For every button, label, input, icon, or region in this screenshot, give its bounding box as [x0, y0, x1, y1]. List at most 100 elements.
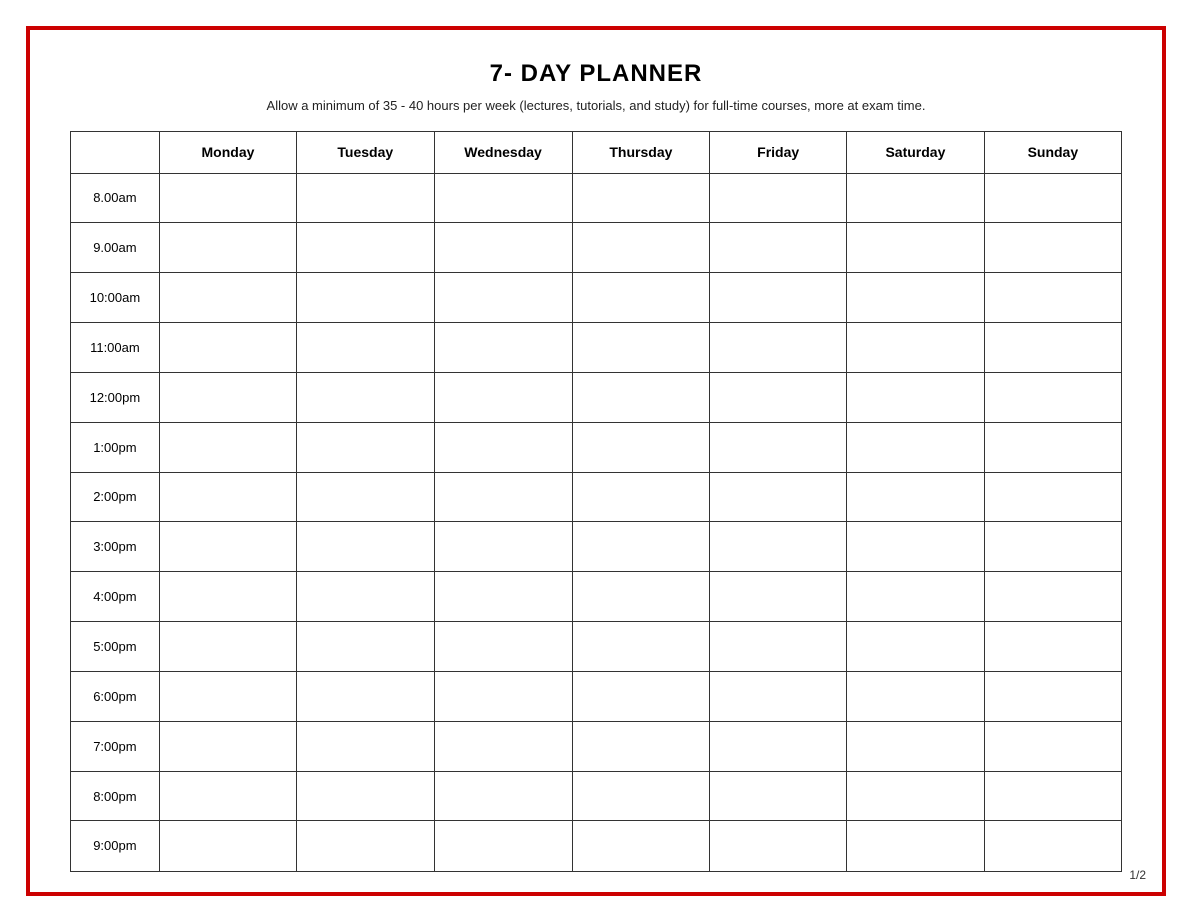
planner-cell[interactable]	[434, 821, 572, 871]
planner-cell[interactable]	[847, 273, 985, 323]
planner-cell[interactable]	[984, 572, 1121, 622]
planner-cell[interactable]	[159, 472, 296, 522]
planner-cell[interactable]	[297, 323, 434, 373]
planner-cell[interactable]	[434, 572, 572, 622]
planner-cell[interactable]	[847, 572, 985, 622]
planner-cell[interactable]	[847, 323, 985, 373]
planner-cell[interactable]	[572, 821, 710, 871]
planner-cell[interactable]	[572, 223, 710, 273]
planner-cell[interactable]	[159, 323, 296, 373]
planner-cell[interactable]	[297, 721, 434, 771]
planner-cell[interactable]	[572, 323, 710, 373]
planner-cell[interactable]	[159, 622, 296, 672]
planner-cell[interactable]	[434, 173, 572, 223]
planner-cell[interactable]	[984, 173, 1121, 223]
planner-cell[interactable]	[847, 522, 985, 572]
planner-cell[interactable]	[710, 223, 847, 273]
planner-cell[interactable]	[572, 372, 710, 422]
planner-cell[interactable]	[847, 671, 985, 721]
planner-cell[interactable]	[984, 721, 1121, 771]
page-container: 7- DAY PLANNER Allow a minimum of 35 - 4…	[26, 26, 1166, 896]
planner-cell[interactable]	[984, 323, 1121, 373]
planner-cell[interactable]	[847, 771, 985, 821]
planner-cell[interactable]	[434, 522, 572, 572]
planner-cell[interactable]	[159, 522, 296, 572]
planner-cell[interactable]	[710, 771, 847, 821]
planner-cell[interactable]	[572, 472, 710, 522]
planner-cell[interactable]	[297, 173, 434, 223]
planner-cell[interactable]	[159, 721, 296, 771]
planner-cell[interactable]	[847, 721, 985, 771]
planner-cell[interactable]	[710, 821, 847, 871]
planner-cell[interactable]	[159, 223, 296, 273]
planner-cell[interactable]	[847, 422, 985, 472]
planner-cell[interactable]	[297, 522, 434, 572]
planner-cell[interactable]	[847, 622, 985, 672]
planner-cell[interactable]	[984, 273, 1121, 323]
planner-cell[interactable]	[847, 821, 985, 871]
planner-cell[interactable]	[984, 372, 1121, 422]
planner-cell[interactable]	[710, 422, 847, 472]
planner-cell[interactable]	[572, 522, 710, 572]
planner-cell[interactable]	[434, 372, 572, 422]
planner-cell[interactable]	[984, 821, 1121, 871]
planner-cell[interactable]	[572, 622, 710, 672]
planner-cell[interactable]	[159, 273, 296, 323]
planner-cell[interactable]	[984, 671, 1121, 721]
planner-cell[interactable]	[572, 273, 710, 323]
planner-cell[interactable]	[984, 522, 1121, 572]
planner-cell[interactable]	[710, 372, 847, 422]
planner-cell[interactable]	[159, 572, 296, 622]
planner-cell[interactable]	[434, 323, 572, 373]
planner-cell[interactable]	[434, 422, 572, 472]
planner-cell[interactable]	[984, 771, 1121, 821]
planner-cell[interactable]	[847, 472, 985, 522]
planner-cell[interactable]	[434, 223, 572, 273]
planner-cell[interactable]	[710, 273, 847, 323]
planner-cell[interactable]	[159, 671, 296, 721]
planner-cell[interactable]	[434, 472, 572, 522]
planner-cell[interactable]	[572, 671, 710, 721]
planner-cell[interactable]	[572, 721, 710, 771]
planner-cell[interactable]	[297, 223, 434, 273]
planner-cell[interactable]	[434, 771, 572, 821]
planner-cell[interactable]	[297, 472, 434, 522]
planner-cell[interactable]	[572, 422, 710, 472]
planner-cell[interactable]	[297, 821, 434, 871]
planner-cell[interactable]	[710, 522, 847, 572]
planner-cell[interactable]	[297, 622, 434, 672]
planner-cell[interactable]	[572, 572, 710, 622]
planner-cell[interactable]	[297, 771, 434, 821]
planner-cell[interactable]	[297, 572, 434, 622]
planner-cell[interactable]	[847, 223, 985, 273]
planner-cell[interactable]	[297, 273, 434, 323]
planner-cell[interactable]	[984, 422, 1121, 472]
planner-cell[interactable]	[434, 671, 572, 721]
planner-cell[interactable]	[710, 622, 847, 672]
header-monday: Monday	[159, 131, 296, 173]
planner-cell[interactable]	[159, 372, 296, 422]
planner-cell[interactable]	[847, 372, 985, 422]
planner-cell[interactable]	[710, 671, 847, 721]
planner-cell[interactable]	[297, 372, 434, 422]
planner-cell[interactable]	[984, 223, 1121, 273]
planner-cell[interactable]	[710, 472, 847, 522]
planner-cell[interactable]	[710, 323, 847, 373]
planner-cell[interactable]	[710, 572, 847, 622]
planner-cell[interactable]	[159, 173, 296, 223]
planner-cell[interactable]	[159, 771, 296, 821]
planner-cell[interactable]	[297, 422, 434, 472]
planner-cell[interactable]	[572, 173, 710, 223]
planner-cell[interactable]	[159, 821, 296, 871]
planner-cell[interactable]	[572, 771, 710, 821]
planner-cell[interactable]	[984, 622, 1121, 672]
planner-cell[interactable]	[710, 721, 847, 771]
planner-cell[interactable]	[434, 622, 572, 672]
planner-cell[interactable]	[297, 671, 434, 721]
planner-cell[interactable]	[984, 472, 1121, 522]
planner-cell[interactable]	[710, 173, 847, 223]
planner-cell[interactable]	[434, 273, 572, 323]
planner-cell[interactable]	[847, 173, 985, 223]
planner-cell[interactable]	[159, 422, 296, 472]
planner-cell[interactable]	[434, 721, 572, 771]
